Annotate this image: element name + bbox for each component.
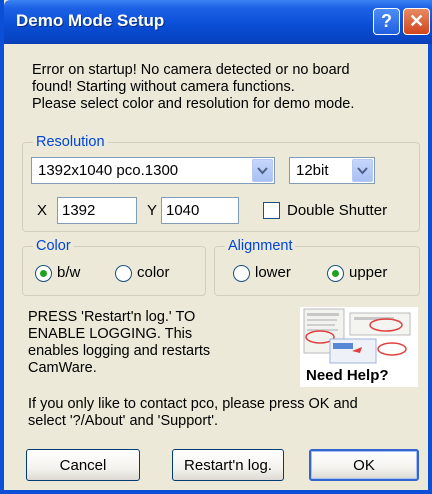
bitdepth-dropdown[interactable]: 12bit [289,157,375,184]
color-radio[interactable] [115,265,132,282]
demo-mode-setup-dialog: Demo Mode Setup ? ✕ Error on startup! No… [0,0,432,494]
lower-label[interactable]: lower [255,264,291,281]
resolution-group: Resolution 1392x1040 pco.1300 12bit X 13… [22,133,420,232]
title-bar[interactable]: Demo Mode Setup ? ✕ [4,0,432,44]
x-label: X [37,202,48,219]
y-input[interactable]: 1040 [161,197,239,224]
logging-line: enables logging and restarts [28,343,211,359]
bw-radio[interactable] [35,265,52,282]
help-title-button[interactable]: ? [373,8,400,35]
bitdepth-value: 12bit [296,162,329,179]
resolution-legend: Resolution [33,133,108,151]
message-line: Please select color and resolution for d… [32,96,355,112]
question-icon: ? [381,11,392,31]
alignment-legend: Alignment [225,237,296,255]
upper-label[interactable]: upper [349,264,387,281]
need-help-caption: Need Help? [306,367,389,384]
message-line: found! Starting without camera functions… [32,79,295,95]
cancel-button[interactable]: Cancel [26,449,140,481]
double-shutter-checkbox[interactable] [263,202,280,219]
sensor-dropdown[interactable]: 1392x1040 pco.1300 [31,157,275,184]
window-title: Demo Mode Setup [16,11,165,30]
logging-instructions: PRESS 'Restart'n log.' TO ENABLE LOGGING… [28,309,210,377]
need-help-image[interactable]: Need Help? [300,307,418,387]
restart-log-button[interactable]: Restart'n log. [172,449,284,481]
y-label: Y [147,202,158,219]
startup-message: Error on startup! No camera detected or … [32,62,422,113]
lower-radio[interactable] [233,265,250,282]
sensor-value: 1392x1040 pco.1300 [38,162,179,179]
color-label[interactable]: color [137,264,170,281]
message-line: Error on startup! No camera detected or … [32,62,350,78]
color-group: Color b/w color [22,237,206,296]
logging-line: ENABLE LOGGING. This [28,326,193,342]
double-shutter-label[interactable]: Double Shutter [287,202,387,219]
logging-line: CamWare. [28,360,97,376]
contact-line: If you only like to contact pco, please … [28,396,358,412]
color-legend: Color [33,237,74,255]
logging-line: PRESS 'Restart'n log.' TO [28,309,196,325]
x-value: 1392 [62,202,96,219]
y-value: 1040 [166,202,200,219]
alignment-group: Alignment lower upper [214,237,420,296]
contact-instructions: If you only like to contact pco, please … [28,396,358,430]
ok-button[interactable]: OK [309,449,419,481]
x-input[interactable]: 1392 [57,197,137,224]
close-icon: ✕ [408,11,425,31]
bw-label[interactable]: b/w [57,264,80,281]
close-title-button[interactable]: ✕ [403,8,430,35]
chevron-down-icon[interactable] [352,159,373,182]
chevron-down-icon[interactable] [252,159,273,182]
contact-line: select '?/About' and 'Support'. [28,413,219,429]
upper-radio[interactable] [327,265,344,282]
